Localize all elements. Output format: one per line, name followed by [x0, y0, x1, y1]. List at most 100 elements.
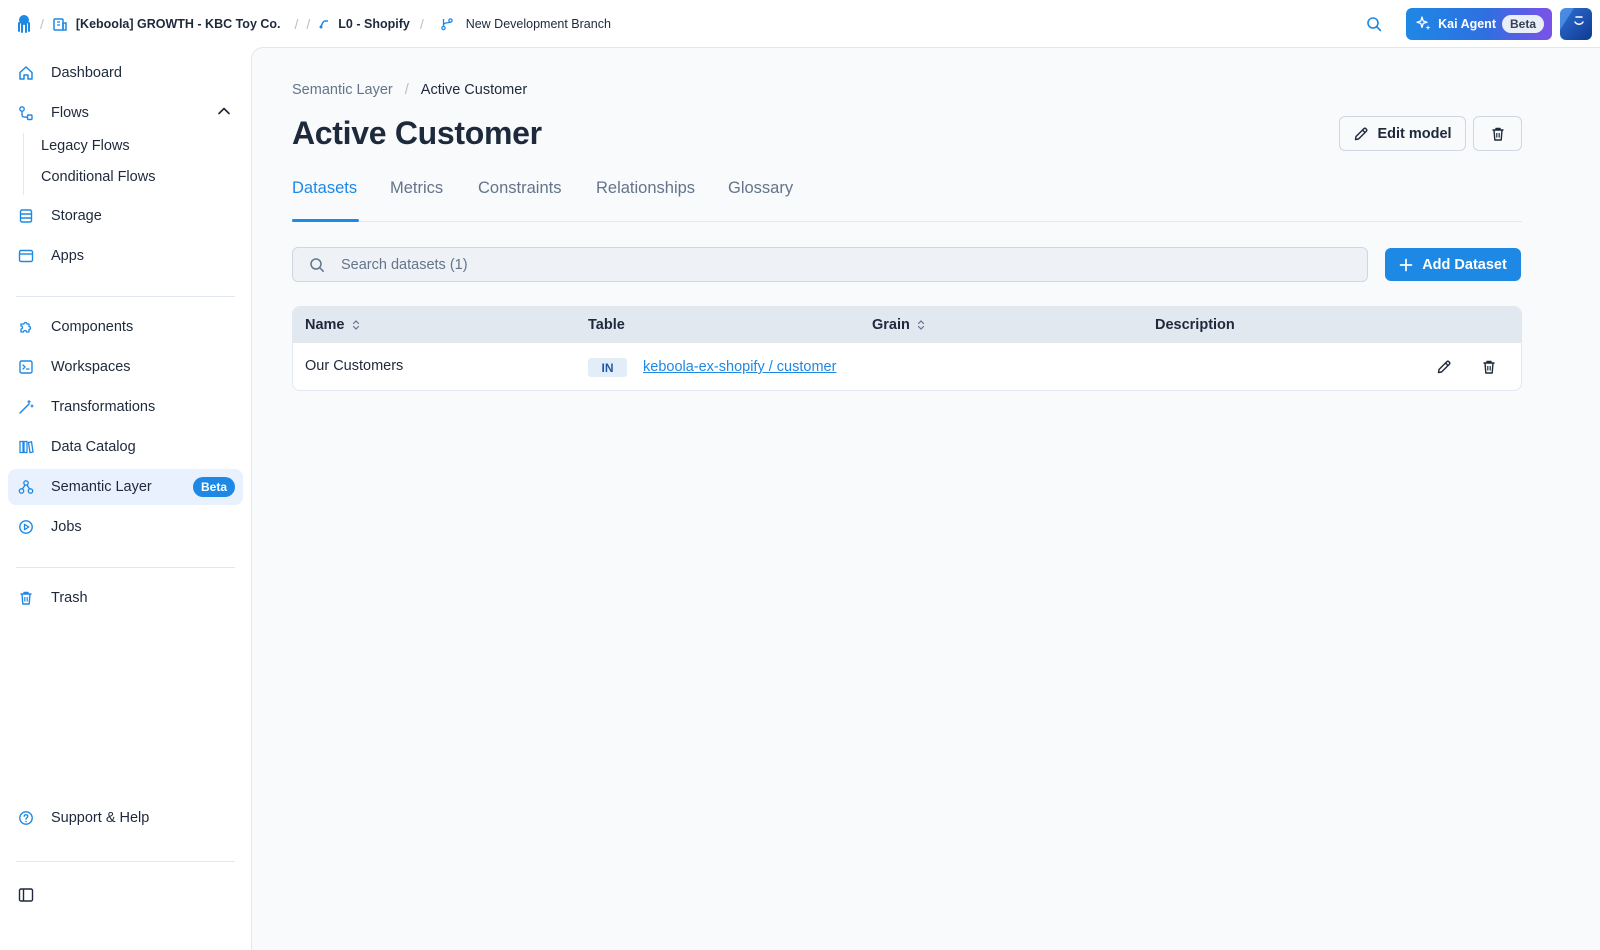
kai-agent-button[interactable]: Kai Agent Beta: [1406, 8, 1552, 40]
sidebar-item-label: Semantic Layer: [51, 479, 152, 495]
sidebar-item-label: Workspaces: [51, 359, 131, 375]
tab-glossary[interactable]: Glossary: [728, 179, 793, 198]
sparkle-icon: [1416, 16, 1431, 31]
sidebar-divider: [16, 861, 235, 862]
storage-icon: [18, 208, 34, 224]
branch-icon: [440, 17, 453, 30]
chevron-up-icon[interactable]: [217, 104, 231, 122]
trash-icon: [18, 590, 34, 606]
sidebar-item-label: Dashboard: [51, 65, 122, 81]
building-icon: [53, 17, 67, 31]
branch-crumb[interactable]: New Development Branch: [440, 17, 611, 31]
global-search-button[interactable]: [1358, 8, 1390, 40]
column-header-name[interactable]: Name: [305, 317, 361, 333]
column-header-label: Table: [588, 317, 625, 333]
sidebar-item-label: Apps: [51, 248, 85, 264]
breadcrumb-separator: /: [404, 82, 409, 98]
beta-badge: Beta: [192, 477, 235, 497]
breadcrumb-parent[interactable]: Semantic Layer: [292, 82, 393, 98]
add-dataset-button[interactable]: Add Dataset: [1385, 248, 1521, 281]
sidebar-item-apps[interactable]: Apps: [8, 238, 243, 274]
semantic-icon: [18, 479, 34, 495]
dataset-search[interactable]: [292, 247, 1368, 282]
pencil-icon: [1355, 127, 1368, 140]
breadcrumb-current: Active Customer: [420, 82, 528, 98]
tab-relationships[interactable]: Relationships: [596, 179, 695, 198]
trash-icon: [1483, 360, 1495, 374]
sidebar-item-label: Trash: [51, 590, 88, 606]
stage-badge: IN: [588, 358, 627, 377]
column-header-description: Description: [1155, 317, 1235, 333]
collapse-sidebar-icon[interactable]: [18, 887, 34, 908]
table-row[interactable]: Our Customers IN keboola-ex-shopify / cu…: [293, 343, 1521, 390]
sidebar-item-label: Transformations: [51, 399, 156, 415]
table-header: Name Table Grain Description: [293, 307, 1521, 343]
top-bar: / [Keboola] GROWTH - KBC Toy Co. / / L0 …: [0, 0, 1600, 47]
flow-crumb[interactable]: L0 - Shopify: [318, 17, 410, 31]
branch-name: New Development Branch: [465, 16, 611, 31]
breadcrumb: Semantic Layer / Active Customer: [292, 82, 527, 98]
plus-icon: [1399, 258, 1413, 271]
tab-metrics[interactable]: Metrics: [390, 179, 443, 198]
sidebar-item-dashboard[interactable]: Dashboard: [8, 55, 243, 91]
column-header-grain[interactable]: Grain: [872, 317, 926, 333]
jobs-icon: [18, 519, 34, 535]
active-tab-indicator: [292, 219, 359, 222]
project-crumb[interactable]: [Keboola] GROWTH - KBC Toy Co.: [52, 16, 281, 32]
column-header-label: Name: [305, 317, 345, 333]
sidebar-item-semantic-layer[interactable]: Semantic Layer Beta: [8, 469, 243, 505]
sidebar-item-flows[interactable]: Flows: [8, 95, 243, 131]
main-content: Semantic Layer / Active Customer Active …: [251, 47, 1600, 950]
help-icon: [18, 810, 34, 826]
crumb-separator: /: [294, 15, 299, 32]
sidebar-subitem-legacy-flows[interactable]: Legacy Flows: [41, 138, 130, 154]
delete-model-button[interactable]: [1473, 116, 1522, 151]
flow-icon: [319, 19, 329, 28]
sidebar-item-label: Components: [51, 319, 134, 335]
sidebar-item-storage[interactable]: Storage: [8, 198, 243, 234]
sidebar-item-workspaces[interactable]: Workspaces: [8, 349, 243, 385]
sidebar-item-support-help[interactable]: Support & Help: [8, 800, 243, 836]
sidebar-item-label: Data Catalog: [51, 439, 136, 455]
kai-beta-badge: Beta: [1501, 15, 1544, 33]
pencil-icon: [1437, 360, 1451, 374]
sidebar-subitem-conditional-flows[interactable]: Conditional Flows: [41, 169, 155, 185]
edit-model-button[interactable]: Edit model: [1339, 116, 1466, 151]
sidebar-item-components[interactable]: Components: [8, 309, 243, 345]
add-dataset-label: Add Dataset: [1422, 256, 1507, 273]
datasets-table: Name Table Grain Description Our Custome…: [292, 306, 1522, 391]
sidebar-item-data-catalog[interactable]: Data Catalog: [8, 429, 243, 465]
edit-model-label: Edit model: [1377, 125, 1452, 142]
sidebar-divider: [16, 567, 235, 568]
home-icon: [18, 65, 34, 81]
user-avatar[interactable]: [1560, 8, 1592, 40]
search-datasets-input[interactable]: [341, 256, 1301, 273]
sidebar-item-label: Flows: [51, 105, 89, 121]
sidebar-divider: [16, 296, 235, 297]
search-icon: [310, 257, 324, 272]
sidebar-item-trash[interactable]: Trash: [8, 580, 243, 616]
sidebar-item-label: Storage: [51, 208, 102, 224]
keboola-logo-icon[interactable]: [16, 14, 32, 34]
tab-bar: Datasets Metrics Constraints Relationshi…: [292, 168, 1522, 222]
submenu-line: [23, 133, 24, 195]
apps-icon: [18, 248, 34, 264]
tab-constraints[interactable]: Constraints: [478, 179, 561, 198]
column-header-label: Description: [1155, 317, 1235, 333]
wand-icon: [18, 399, 34, 415]
crumb-separator: /: [40, 15, 44, 32]
column-header-label: Grain: [872, 317, 910, 333]
sidebar-item-label: Support & Help: [51, 810, 150, 826]
delete-dataset-button[interactable]: [1479, 357, 1499, 377]
project-name: [Keboola] GROWTH - KBC Toy Co.: [75, 16, 281, 31]
search-icon: [1367, 17, 1382, 32]
table-link[interactable]: keboola-ex-shopify / customer: [643, 359, 836, 375]
sidebar: Dashboard Flows Legacy Flows Conditional…: [0, 47, 251, 950]
tab-datasets[interactable]: Datasets: [292, 179, 357, 198]
edit-dataset-button[interactable]: [1434, 357, 1454, 377]
workspace-icon: [18, 359, 34, 375]
sidebar-item-jobs[interactable]: Jobs: [8, 509, 243, 545]
puzzle-icon: [18, 319, 34, 335]
sidebar-item-label: Jobs: [51, 519, 82, 535]
sidebar-item-transformations[interactable]: Transformations: [8, 389, 243, 425]
